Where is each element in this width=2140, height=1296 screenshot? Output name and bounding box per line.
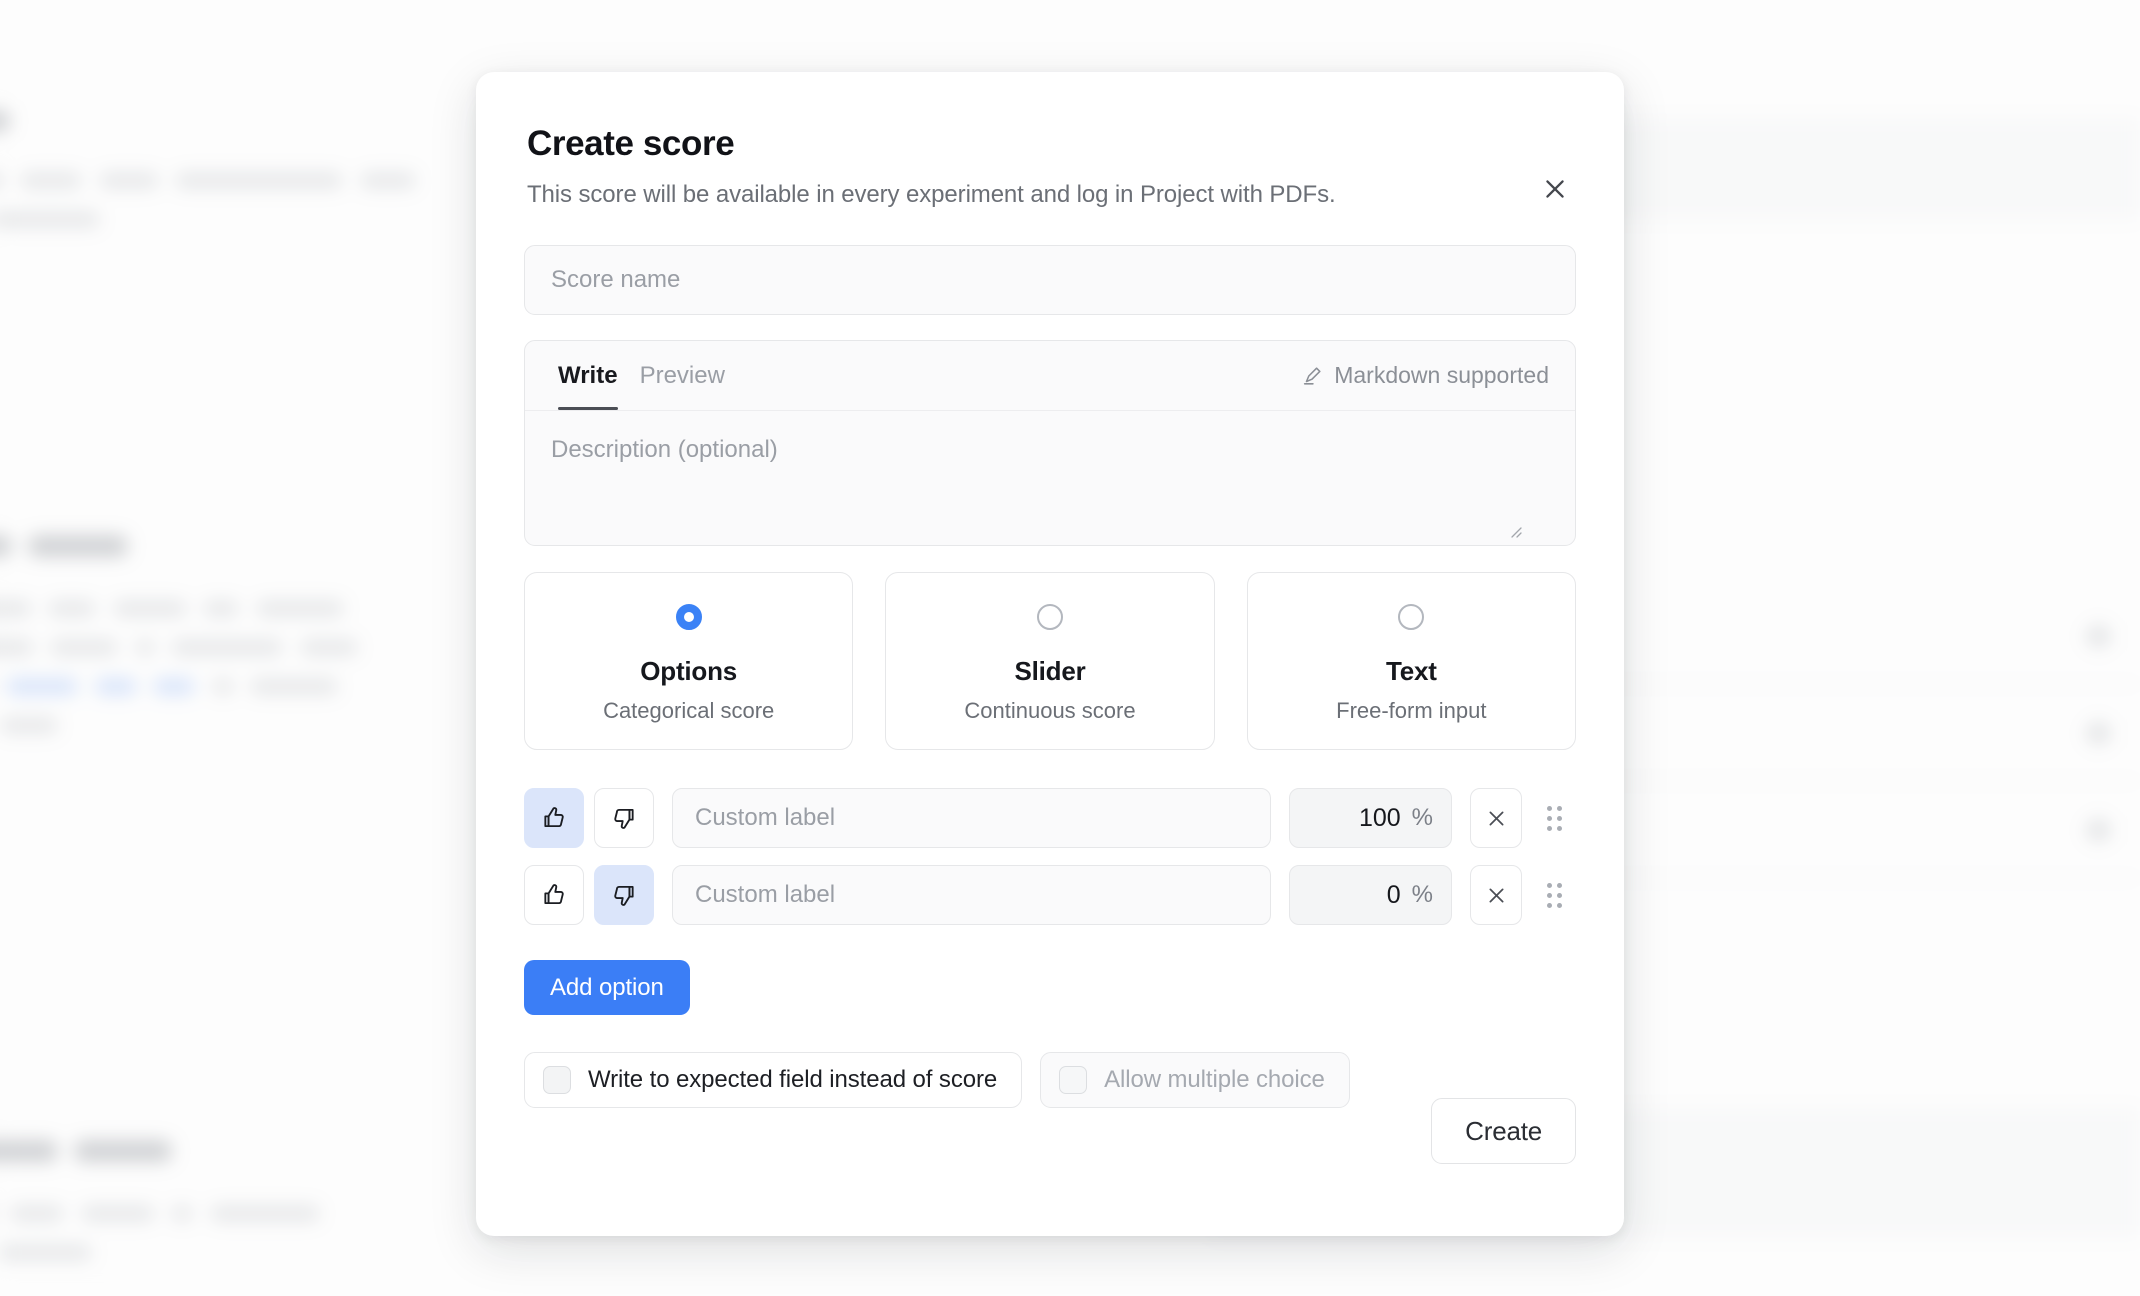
thumbs-down-icon <box>614 809 634 830</box>
dialog-subtitle: This score will be available in every ex… <box>527 181 1336 209</box>
description-editor: Write Preview Markdown supported <box>524 340 1576 547</box>
option-list: 100 % <box>524 788 1576 926</box>
description-textarea[interactable] <box>525 411 1575 546</box>
radio-icon-options <box>675 604 702 631</box>
option-label-input[interactable] <box>672 865 1271 926</box>
close-button[interactable] <box>1532 166 1578 212</box>
dialog-title: Create score <box>527 124 735 163</box>
thumbs-down-button[interactable] <box>594 865 654 926</box>
checkbox-label: Write to expected field instead of score <box>588 1066 998 1094</box>
score-type-title: Options <box>640 656 738 687</box>
score-type-selector: Options Categorical score Slider Continu… <box>524 572 1576 751</box>
thumbs-up-icon <box>544 807 564 828</box>
drag-handle-button[interactable] <box>1532 865 1576 925</box>
tab-preview[interactable]: Preview <box>629 341 736 410</box>
close-icon <box>1546 180 1564 198</box>
score-type-subtitle: Categorical score <box>603 698 775 724</box>
thumbs-down-button[interactable] <box>594 788 654 849</box>
create-button[interactable]: Create <box>1431 1098 1576 1164</box>
thumbs-down-icon <box>614 886 634 907</box>
remove-option-button[interactable] <box>1470 788 1522 849</box>
close-icon <box>1489 888 1503 903</box>
create-score-dialog: Create score This score will be availabl… <box>476 72 1624 1236</box>
option-label-input[interactable] <box>672 788 1271 849</box>
thumbs-up-icon <box>544 884 564 905</box>
option-row: 100 % <box>524 788 1576 849</box>
option-percent-value: 100 <box>1358 803 1401 832</box>
score-type-text[interactable]: Text Free-form input <box>1246 572 1576 751</box>
score-type-options[interactable]: Options Categorical score <box>524 572 854 751</box>
drag-handle-button[interactable] <box>1532 788 1576 848</box>
drag-handle-icon <box>1546 882 1562 908</box>
option-percent-field[interactable]: 100 % <box>1289 788 1452 849</box>
percent-symbol: % <box>1411 804 1433 832</box>
drag-handle-icon <box>1546 805 1562 831</box>
radio-icon-text <box>1398 604 1425 631</box>
dialog-footer: Create <box>524 1098 1576 1164</box>
checkbox-icon <box>1059 1066 1088 1095</box>
score-name-input[interactable] <box>524 245 1576 316</box>
option-percent-field[interactable]: 0 % <box>1289 865 1452 926</box>
editor-tab-bar: Write Preview Markdown supported <box>525 341 1575 412</box>
score-type-title: Text <box>1385 656 1437 687</box>
score-type-subtitle: Continuous score <box>964 698 1136 724</box>
add-option-button[interactable]: Add option <box>524 960 690 1016</box>
score-type-slider[interactable]: Slider Continuous score <box>885 572 1215 751</box>
thumbs-up-button[interactable] <box>524 788 584 849</box>
pen-icon <box>1304 367 1321 385</box>
option-row: 0 % <box>524 865 1576 926</box>
checkbox-icon <box>543 1066 571 1095</box>
markdown-supported-note: Markdown supported <box>1301 362 1549 389</box>
option-percent-value: 0 <box>1386 880 1401 909</box>
checkbox-label: Allow multiple choice <box>1104 1066 1325 1094</box>
radio-icon-slider <box>1036 604 1063 631</box>
thumbs-up-button[interactable] <box>524 865 584 926</box>
percent-symbol: % <box>1411 881 1433 909</box>
markdown-supported-label: Markdown supported <box>1334 362 1549 389</box>
score-type-title: Slider <box>1014 656 1086 687</box>
close-icon <box>1489 811 1503 826</box>
tab-write[interactable]: Write <box>547 341 629 411</box>
score-type-subtitle: Free-form input <box>1336 698 1487 724</box>
remove-option-button[interactable] <box>1470 865 1522 926</box>
